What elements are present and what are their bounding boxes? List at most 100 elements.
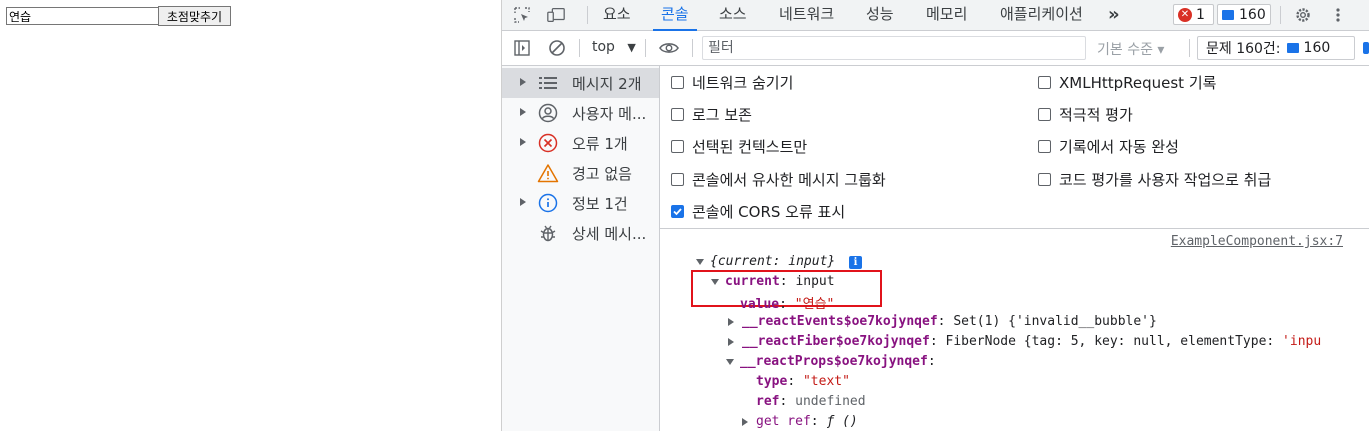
property-key: get ref xyxy=(756,414,811,429)
clear-console-icon[interactable] xyxy=(547,38,567,58)
property-value-string: 'inpu xyxy=(1282,334,1322,349)
checkbox-box-checked[interactable] xyxy=(671,205,684,218)
sidebar-toggle-icon[interactable] xyxy=(512,38,532,58)
expand-arrow-icon[interactable] xyxy=(520,108,526,116)
source-link[interactable]: ExampleComponent.jsx:7 xyxy=(1171,234,1343,249)
collapse-arrow-icon[interactable] xyxy=(711,278,719,285)
info-badge-icon[interactable]: i xyxy=(849,256,863,269)
preserve-log-checkbox[interactable]: 로그 보존 xyxy=(671,104,752,125)
error-circle-icon: ✕ xyxy=(1178,7,1192,22)
checkbox-box[interactable] xyxy=(1038,140,1051,153)
message-icon xyxy=(1222,9,1234,20)
expand-arrow-icon[interactable] xyxy=(520,198,526,206)
sidebar-item-label: 사용자 메... xyxy=(572,105,647,123)
tab-application[interactable]: 애플리케이션 xyxy=(1000,0,1083,30)
tree-item-type[interactable]: type: "text" xyxy=(756,374,850,389)
log-xmlhttprequests-checkbox[interactable]: XMLHttpRequest 기록 xyxy=(1038,72,1216,93)
treat-evaluation-as-user-action-checkbox[interactable]: 코드 평가를 사용자 작업으로 취급 xyxy=(1038,169,1271,190)
property-value: Set(1) {'invalid__bubble'} xyxy=(953,314,1157,329)
expand-arrow-icon[interactable] xyxy=(728,317,734,326)
devtools-panel: 요소 콘솔 소스 네트워크 성능 메모리 애플리케이션 » ✕ 1 160 to… xyxy=(502,0,1369,431)
more-options-icon[interactable] xyxy=(1328,5,1348,25)
checkbox-box[interactable] xyxy=(671,173,684,186)
sidebar-item-user-messages[interactable]: 사용자 메... xyxy=(502,98,659,128)
tree-item-react-fiber[interactable]: __reactFiber$oe7kojynqef: FiberNode {tag… xyxy=(728,334,1321,349)
inspect-element-icon[interactable] xyxy=(512,5,532,25)
sidebar-item-verbose[interactable]: 상세 메시... xyxy=(502,218,659,248)
tab-elements[interactable]: 요소 xyxy=(603,0,631,30)
console-settings-gear-icon[interactable] xyxy=(1363,42,1369,54)
tree-item-react-events[interactable]: __reactEvents$oe7kojynqef: Set(1) {'inva… xyxy=(728,314,1157,329)
tree-item-react-props[interactable]: __reactProps$oe7kojynqef: xyxy=(726,354,936,369)
checkbox-label: 적극적 평가 xyxy=(1059,106,1133,124)
checkbox-label: 기록에서 자동 완성 xyxy=(1059,138,1179,156)
property-key: type xyxy=(756,374,788,389)
console-settings-panel: 네트워크 숨기기 로그 보존 선택된 컨텍스트만 콘솔에서 유사한 메시지 그룹… xyxy=(660,66,1369,229)
tab-network[interactable]: 네트워크 xyxy=(779,0,834,30)
checkbox-box[interactable] xyxy=(671,76,684,89)
group-similar-checkbox[interactable]: 콘솔에서 유사한 메시지 그룹화 xyxy=(671,169,886,190)
filter-input[interactable]: 필터 xyxy=(702,36,1086,60)
object-preview: {current: input} xyxy=(710,254,836,269)
sidebar-item-label: 정보 1건 xyxy=(572,195,628,213)
log-object-summary[interactable]: {current: input} i xyxy=(696,254,863,269)
expand-arrow-icon[interactable] xyxy=(520,78,526,86)
checkbox-label: 선택된 컨텍스트만 xyxy=(692,138,808,156)
autocomplete-history-checkbox[interactable]: 기록에서 자동 완성 xyxy=(1038,136,1179,157)
checkbox-box[interactable] xyxy=(1038,108,1051,121)
tree-item-current[interactable]: current: input xyxy=(711,274,835,289)
focus-button[interactable]: 초점맞추기 xyxy=(158,6,231,26)
practice-text-input[interactable] xyxy=(6,7,160,25)
settings-gear-icon[interactable] xyxy=(1293,5,1313,25)
error-icon xyxy=(537,133,559,153)
checkbox-box[interactable] xyxy=(671,108,684,121)
issues-button[interactable]: 문제 160건: 160 xyxy=(1197,36,1355,60)
expand-arrow-icon[interactable] xyxy=(742,417,748,426)
sidebar-item-errors[interactable]: 오류 1개 xyxy=(502,128,659,158)
live-expression-eye-icon[interactable] xyxy=(659,38,679,58)
tree-item-value[interactable]: value: "연습" xyxy=(740,293,834,312)
checkbox-box[interactable] xyxy=(671,140,684,153)
property-value: input xyxy=(795,274,835,289)
device-toolbar-icon[interactable] xyxy=(546,5,566,25)
checkbox-box[interactable] xyxy=(1038,76,1051,89)
show-cors-errors-checkbox[interactable]: 콘솔에 CORS 오류 표시 xyxy=(671,201,845,222)
tab-console[interactable]: 콘솔 xyxy=(653,0,697,31)
devtools-tab-bar: 요소 콘솔 소스 네트워크 성능 메모리 애플리케이션 » ✕ 1 160 xyxy=(502,0,1369,31)
selected-context-only-checkbox[interactable]: 선택된 컨텍스트만 xyxy=(671,136,807,157)
sidebar-item-label: 경고 없음 xyxy=(572,165,632,183)
sidebar-item-label: 오류 1개 xyxy=(572,135,628,153)
console-sidebar: 메시지 2개 사용자 메... 오류 1개 경고 없음 정보 1건 상세 메시.… xyxy=(502,66,660,431)
dropdown-arrow-icon: ▼ xyxy=(627,41,636,54)
checkbox-label: 코드 평가를 사용자 작업으로 취급 xyxy=(1059,171,1272,189)
error-count-badge[interactable]: ✕ 1 xyxy=(1173,4,1214,25)
property-value: undefined xyxy=(795,394,866,409)
collapse-arrow-icon[interactable] xyxy=(726,358,734,365)
tree-item-get-ref[interactable]: get ref: ƒ () xyxy=(742,414,858,429)
tab-performance[interactable]: 성능 xyxy=(866,0,894,30)
tab-sources[interactable]: 소스 xyxy=(719,0,747,30)
tree-item-ref[interactable]: ref: undefined xyxy=(756,394,866,409)
expand-arrow-icon[interactable] xyxy=(520,138,526,146)
log-level-dropdown[interactable]: 기본 수준 ▾ xyxy=(1097,39,1164,59)
eager-evaluation-checkbox[interactable]: 적극적 평가 xyxy=(1038,104,1133,125)
context-selector[interactable]: top ▼ xyxy=(592,39,636,55)
info-icon xyxy=(537,193,559,213)
collapse-arrow-icon[interactable] xyxy=(696,258,704,265)
hide-network-checkbox[interactable]: 네트워크 숨기기 xyxy=(671,72,793,93)
sidebar-item-messages[interactable]: 메시지 2개 xyxy=(502,68,659,98)
error-count: 1 xyxy=(1196,6,1205,23)
sidebar-item-info[interactable]: 정보 1건 xyxy=(502,188,659,218)
console-toolbar: top ▼ 필터 기본 수준 ▾ 문제 160건: 160 xyxy=(502,31,1369,66)
property-value: "text" xyxy=(802,374,850,389)
more-tabs-button[interactable]: » xyxy=(1108,0,1120,30)
console-output: ExampleComponent.jsx:7 {current: input} … xyxy=(660,229,1369,431)
issue-count-badge[interactable]: 160 xyxy=(1217,4,1271,25)
checkbox-label: XMLHttpRequest 기록 xyxy=(1059,74,1217,92)
tab-memory[interactable]: 메모리 xyxy=(926,0,967,30)
checkbox-box[interactable] xyxy=(1038,173,1051,186)
property-key: ref xyxy=(756,394,780,409)
property-key: value xyxy=(740,297,780,312)
sidebar-item-warnings[interactable]: 경고 없음 xyxy=(502,158,659,188)
expand-arrow-icon[interactable] xyxy=(728,337,734,346)
